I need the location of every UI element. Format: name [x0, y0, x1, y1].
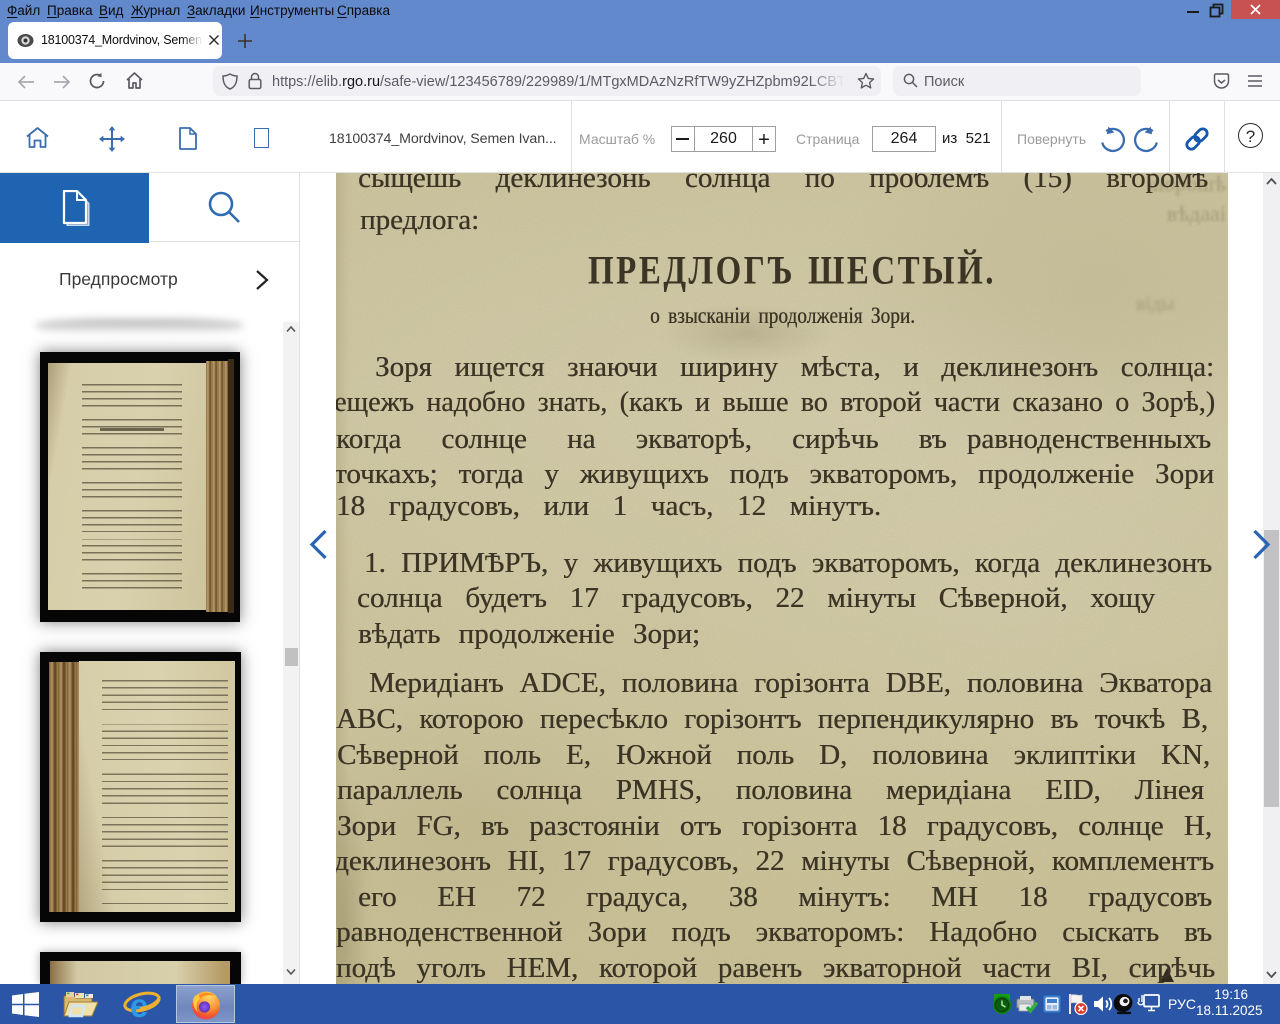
svg-text:e: e: [130, 987, 148, 1022]
